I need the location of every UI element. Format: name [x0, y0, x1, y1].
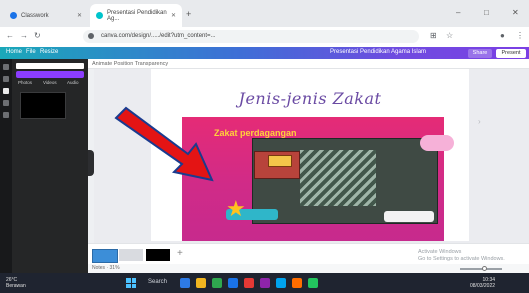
scene-title[interactable]: Zakat perdagangan — [214, 128, 297, 138]
zoom-slider-handle[interactable] — [482, 266, 487, 271]
windows-logo-icon — [126, 283, 131, 288]
scroll-indicator-icon[interactable]: › — [478, 117, 481, 126]
tab-videos[interactable]: Videos — [43, 80, 57, 85]
weather-widget[interactable]: 26°C Berawan — [6, 277, 26, 289]
stall-sign — [268, 155, 292, 167]
classroom-icon — [10, 12, 17, 19]
app-icon[interactable] — [244, 278, 254, 288]
taskbar-search[interactable]: Search — [148, 279, 167, 285]
shop-window — [300, 150, 376, 206]
profile-icon[interactable]: ● — [500, 31, 505, 40]
watermark-line: Activate Windows — [418, 249, 462, 255]
star-icon: ★ — [226, 196, 246, 221]
tab-audio[interactable]: Audio — [67, 80, 79, 85]
text-icon[interactable] — [3, 100, 9, 106]
editor-toolbar[interactable]: Animate Position Transparency — [88, 59, 529, 69]
page-thumbnail[interactable] — [92, 249, 118, 263]
pink-cloud-shape — [420, 135, 454, 151]
menu-icon[interactable]: ⋮ — [516, 31, 524, 40]
back-icon[interactable]: ← — [6, 31, 14, 40]
weather-desc: Berawan — [6, 283, 26, 289]
system-tray-clock[interactable]: 10:34 08/03/2022 — [470, 277, 495, 289]
table-right — [384, 211, 434, 222]
store-icon[interactable] — [276, 278, 286, 288]
tab-classwork[interactable]: Classwork ✕ — [4, 4, 88, 27]
folder-icon[interactable] — [196, 278, 206, 288]
app-icon[interactable] — [260, 278, 270, 288]
watermark-line: Go to Settings to activate Windows. — [418, 256, 505, 262]
windows-logo-icon — [131, 283, 136, 288]
templates-icon[interactable] — [3, 64, 9, 70]
menu-resize[interactable]: Resize — [40, 49, 58, 55]
file-explorer-icon[interactable] — [180, 278, 190, 288]
menu-file[interactable]: File — [26, 49, 36, 55]
arrow-shape — [114, 106, 214, 182]
bookmark-icon[interactable]: ☆ — [446, 31, 453, 40]
windows-logo-icon — [131, 278, 136, 283]
activation-watermark: Activate Windows Go to Settings to activ… — [418, 249, 505, 263]
red-arrow-annotation — [114, 106, 214, 182]
address-bar[interactable]: canva.com/design/...../edit?utm_content=… — [83, 30, 419, 43]
minimize-button[interactable]: – — [456, 8, 460, 17]
design-title[interactable]: Presentasi Pendidikan Agama Islam — [330, 49, 426, 55]
present-button[interactable]: Present — [496, 48, 526, 58]
upload-button[interactable] — [16, 71, 84, 78]
windows-logo-icon — [126, 278, 131, 283]
start-button[interactable] — [126, 278, 136, 288]
reload-icon[interactable]: ↻ — [34, 31, 41, 40]
search-input[interactable] — [16, 63, 84, 69]
edge-icon[interactable] — [228, 278, 238, 288]
lock-icon — [88, 33, 94, 39]
forward-icon[interactable]: → — [20, 31, 28, 40]
tab-photos[interactable]: Photos — [18, 80, 32, 85]
zoom-slider[interactable] — [460, 268, 502, 270]
new-tab-button[interactable]: + — [186, 9, 191, 19]
elements-icon[interactable] — [3, 76, 9, 82]
page-thumbnail[interactable] — [146, 249, 170, 261]
add-page-button[interactable]: + — [177, 248, 183, 259]
clock-date: 08/03/2022 — [470, 283, 496, 289]
more-icon[interactable] — [3, 112, 9, 118]
close-window-button[interactable]: ✕ — [512, 8, 519, 17]
maximize-button[interactable]: □ — [484, 8, 489, 17]
close-tab-icon[interactable]: ✕ — [77, 12, 82, 19]
menu-home[interactable]: Home — [6, 49, 22, 55]
canva-header — [0, 47, 529, 59]
close-tab-icon[interactable]: ✕ — [171, 12, 176, 19]
page-thumbnail[interactable] — [119, 249, 143, 261]
share-button[interactable]: Share — [468, 48, 492, 58]
video-thumbnail[interactable] — [20, 92, 66, 119]
tab-canva[interactable]: Presentasi Pendidikan Ag... ✕ — [90, 4, 182, 27]
tab-label: Classwork — [21, 12, 49, 19]
chrome-icon[interactable] — [308, 278, 318, 288]
uploads-icon[interactable] — [3, 88, 9, 94]
app-icon[interactable] — [292, 278, 302, 288]
extensions-icon[interactable]: ⊞ — [430, 31, 437, 40]
canva-icon — [96, 12, 103, 19]
tab-label: Presentasi Pendidikan Ag... — [107, 9, 167, 22]
app-icon[interactable] — [212, 278, 222, 288]
